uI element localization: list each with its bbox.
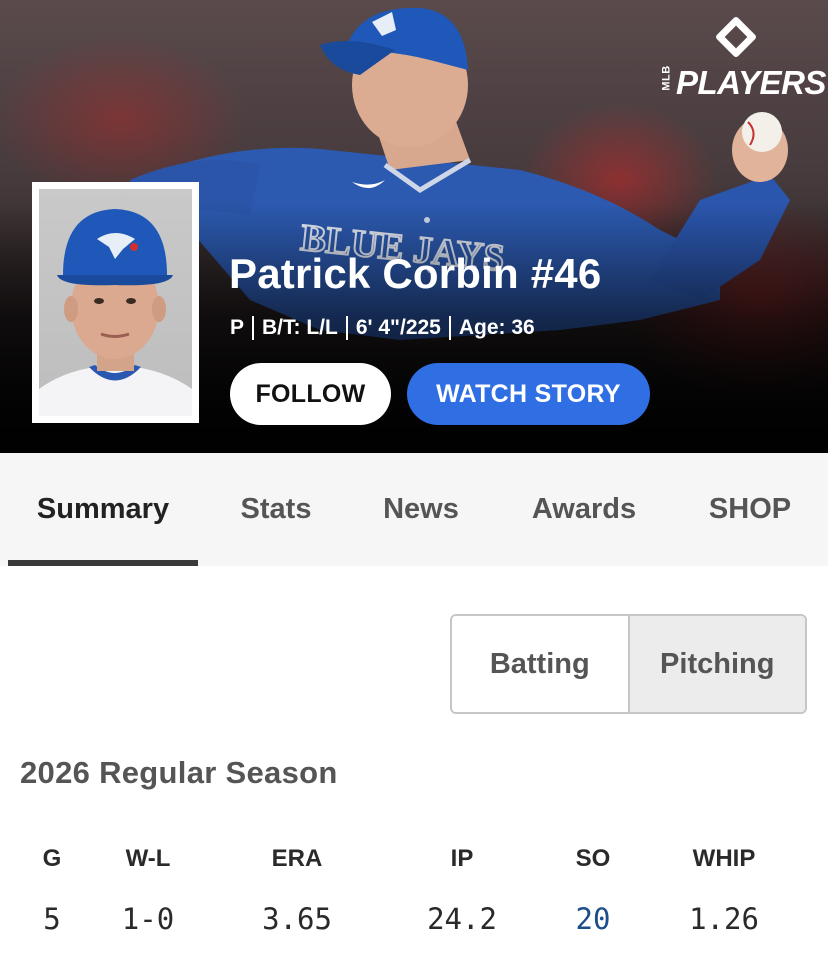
player-height-weight: 6' 4"/225 <box>355 316 441 339</box>
stat-value-whip: 1.26 <box>689 902 759 936</box>
player-tab-bar: Summary Stats News Awards SHOP <box>0 453 828 566</box>
stat-header-so: SO <box>575 845 611 872</box>
stat-value-so-link[interactable]: 20 <box>576 902 611 936</box>
tab-news[interactable]: News <box>356 453 486 566</box>
mlb-players-logo-text: PLAYERS <box>676 64 826 101</box>
stat-header-whip: WHIP <box>692 845 756 872</box>
player-hero: BLUE JAYS MLB PLAYERS <box>0 0 828 453</box>
batting-pitching-toggle: Batting Pitching <box>450 614 807 714</box>
stat-value-ip: 24.2 <box>427 902 497 936</box>
tab-summary[interactable]: Summary <box>8 453 198 566</box>
headshot-image <box>39 189 192 416</box>
meta-divider <box>345 316 348 340</box>
meta-divider <box>448 316 451 340</box>
player-meta: P B/T: L/L 6' 4"/225 Age: 36 <box>230 316 535 340</box>
meta-divider <box>252 316 255 340</box>
tab-shop[interactable]: SHOP <box>684 453 816 566</box>
stat-value-wl: 1-0 <box>121 902 175 936</box>
stat-value-era: 3.65 <box>262 902 332 936</box>
watch-story-button[interactable]: WATCH STORY <box>407 363 650 425</box>
tab-awards[interactable]: Awards <box>510 453 658 566</box>
season-title: 2026 Regular Season <box>20 755 338 790</box>
stat-header-ip: IP <box>450 845 474 872</box>
mlb-players-logo-small: MLB <box>660 65 673 91</box>
player-headshot <box>32 182 199 423</box>
player-age: Age: 36 <box>458 316 535 339</box>
stat-header-era: ERA <box>271 845 323 872</box>
headshot-illustration <box>39 209 192 416</box>
mlb-players-diamond-icon <box>714 15 758 59</box>
batting-option[interactable]: Batting <box>452 616 628 712</box>
player-name: Patrick Corbin #46 <box>229 250 602 297</box>
follow-button[interactable]: FOLLOW <box>230 363 391 425</box>
active-tab-indicator <box>8 560 198 566</box>
stat-value-g: 5 <box>43 902 61 936</box>
tab-stats[interactable]: Stats <box>210 453 342 566</box>
pitching-option[interactable]: Pitching <box>627 616 805 712</box>
stat-header-wl: W-L <box>125 845 171 872</box>
stat-header-g: G <box>42 845 62 872</box>
mlb-players-logo: MLB PLAYERS <box>660 15 826 110</box>
player-bats-throws: B/T: L/L <box>262 316 338 339</box>
player-position: P <box>230 316 245 339</box>
